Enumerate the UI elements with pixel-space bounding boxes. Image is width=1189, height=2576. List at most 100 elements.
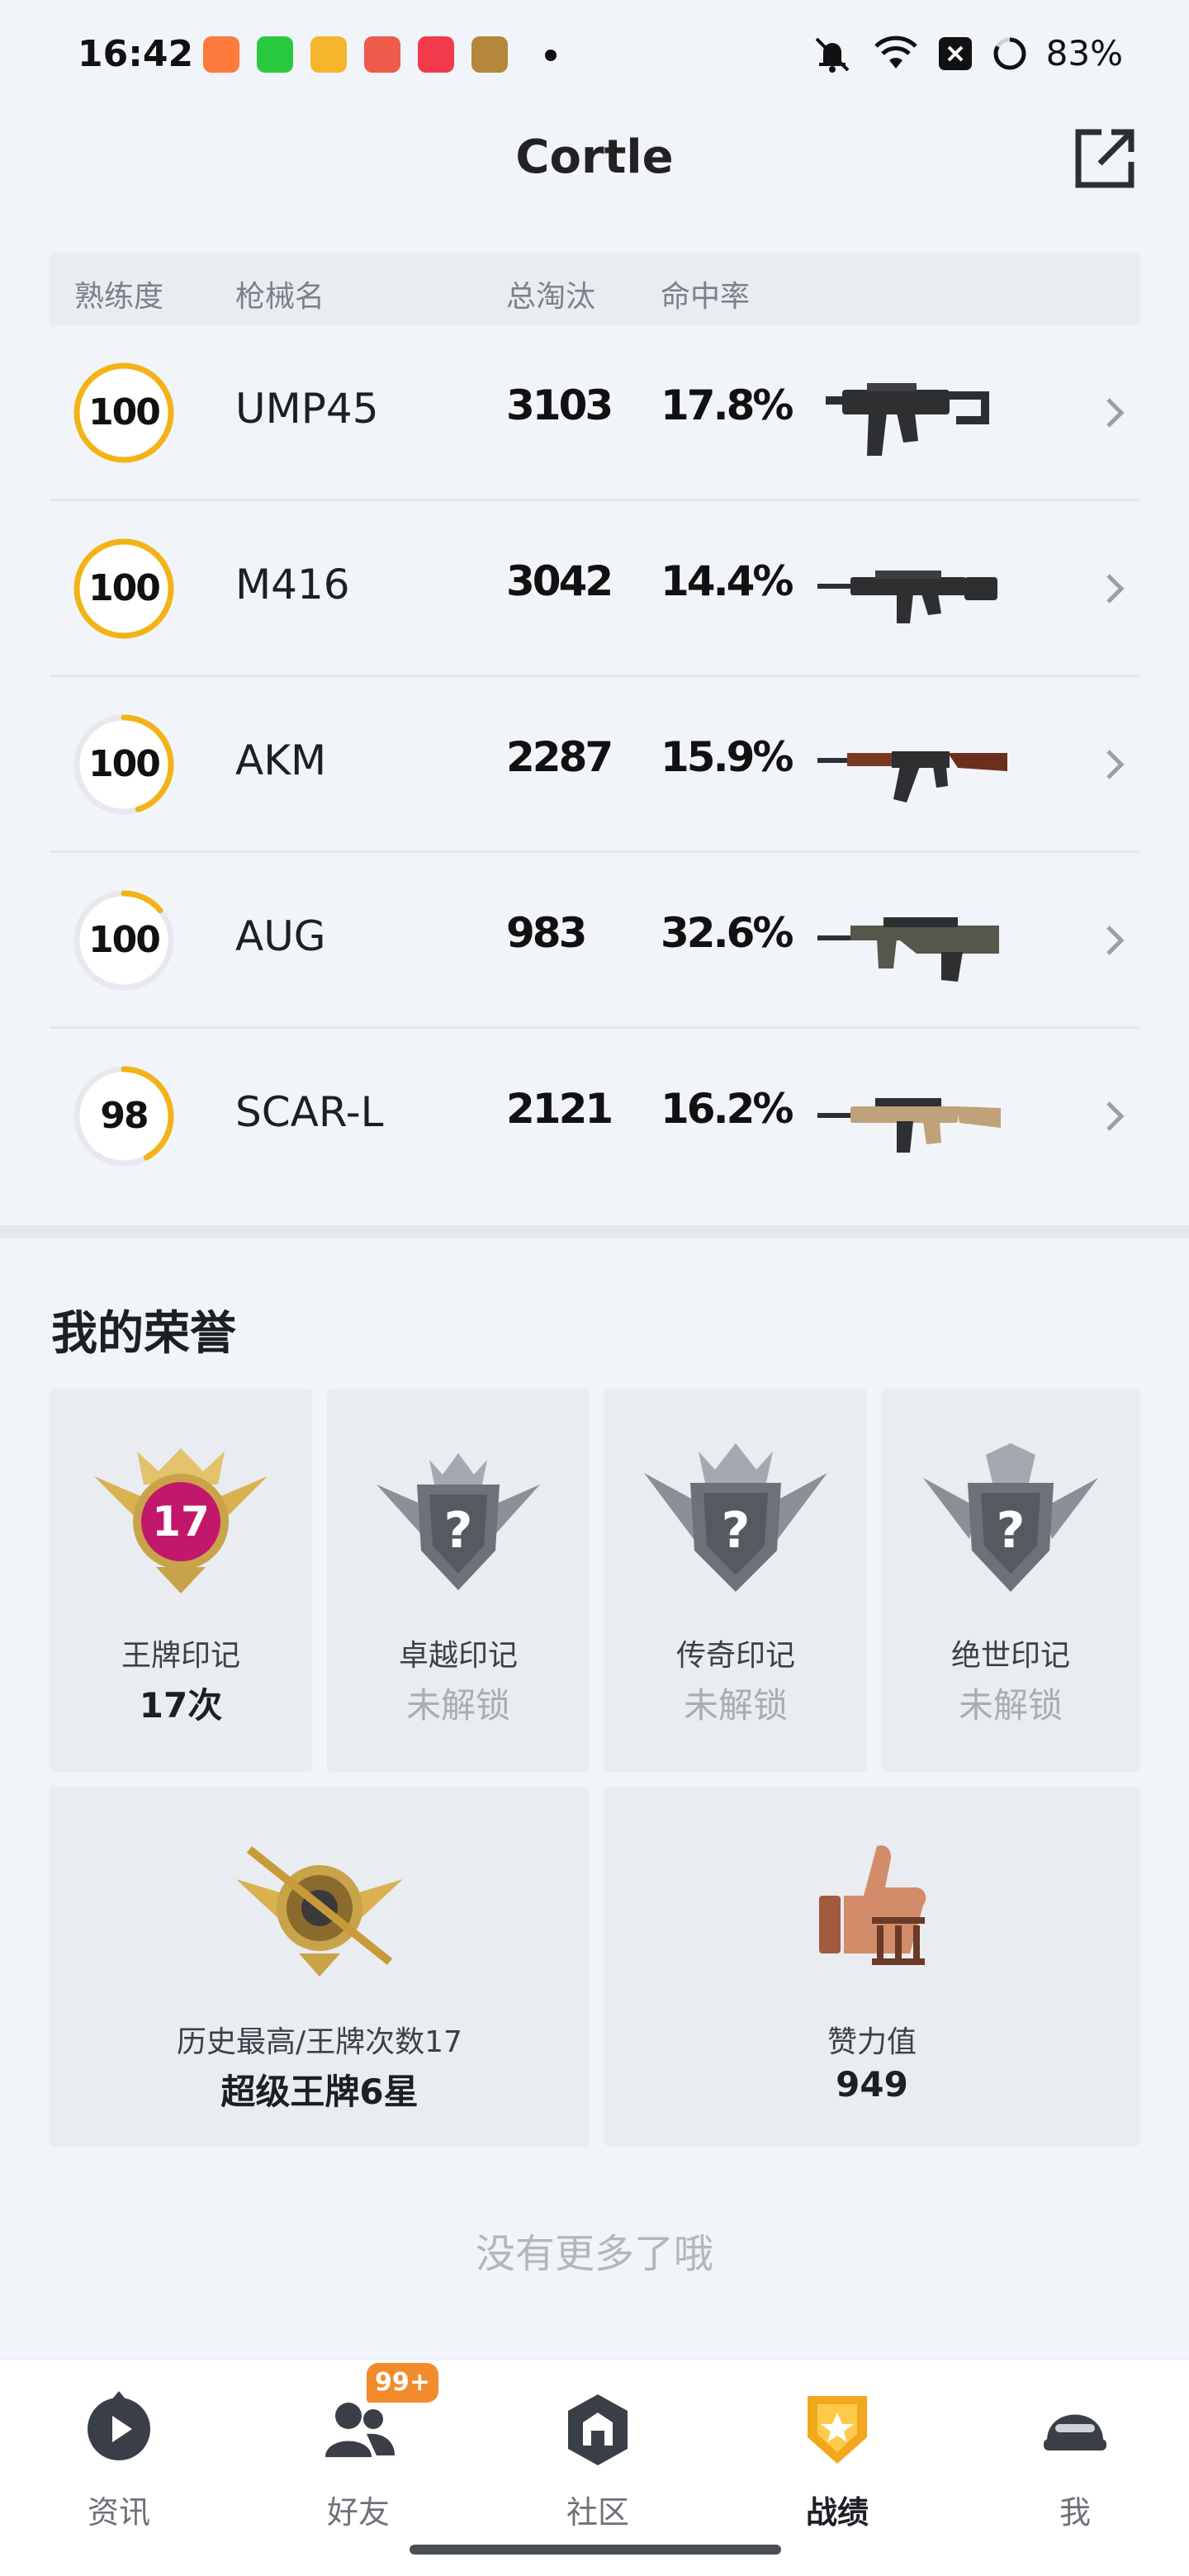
ace-mark-icon: 17 (94, 1448, 268, 1593)
app-notification-icon (257, 36, 293, 73)
nav-label: 资讯 (87, 2494, 150, 2531)
sim-off-icon (938, 36, 972, 70)
nav-label: 战绩 (805, 2494, 869, 2531)
column-accuracy: 命中率 (661, 280, 751, 314)
honor-card-ace-mark[interactable]: 17 王牌印记 17次 (50, 1389, 312, 1772)
weapon-row-ump45[interactable]: 100 UMP45 3103 17.8% (50, 325, 1139, 501)
nav-label: 好友 (326, 2494, 390, 2531)
status-time: 16:42 (78, 33, 194, 75)
highest-rank-label: 历史最高/王牌次数17 (177, 2025, 462, 2059)
legend-emblem-number: ? (722, 1502, 751, 1560)
weapon-kills: 3042 (506, 557, 613, 605)
nav-label: 我 (1059, 2494, 1091, 2531)
proficiency-value: 98 (100, 1095, 149, 1137)
scar-l-icon (817, 1098, 1001, 1153)
community-icon (568, 2394, 628, 2465)
nav-item-news[interactable]: 资讯 (36, 2376, 201, 2541)
news-icon (88, 2391, 150, 2460)
likes-label: 赞力值 (827, 2025, 917, 2059)
proficiency-value: 100 (88, 919, 161, 961)
bottom-nav: 资讯 好友 社区 战绩 我 (0, 2358, 1189, 2576)
honor-name: 传奇印记 (675, 1639, 795, 1673)
honor-name: 王牌印记 (121, 1639, 240, 1673)
page-title: Cortle (515, 130, 674, 184)
honor-value: 未解锁 (683, 1685, 788, 1726)
app-notification-icon (418, 36, 454, 73)
weapon-accuracy: 14.4% (661, 557, 793, 605)
proficiency-value: 100 (88, 743, 161, 785)
weapon-name: UMP45 (235, 385, 379, 433)
proficiency-ring: 100 (73, 537, 175, 640)
column-weapon-name: 枪械名 (235, 280, 325, 314)
chevron-right-icon[interactable] (1098, 388, 1131, 438)
honor-card-excellence-mark[interactable]: ? 卓越印记 未解锁 (327, 1389, 590, 1772)
record-icon (808, 2396, 867, 2464)
weapon-table-header: 熟练度 枪械名 总淘汰 命中率 (50, 253, 1139, 325)
honor-value: 未解锁 (958, 1685, 1063, 1726)
weapon-kills: 3103 (506, 381, 613, 429)
peerless-mark-icon: ? (923, 1443, 1098, 1592)
share-icon[interactable] (1072, 125, 1138, 192)
honor-value: 17次 (139, 1685, 223, 1726)
excellence-emblem-number: ? (444, 1502, 473, 1560)
ump45-icon (826, 383, 989, 456)
weapon-row-m416[interactable]: 100 M416 3042 14.4% (50, 501, 1139, 677)
chevron-right-icon[interactable] (1098, 916, 1131, 965)
likes-value: 949 (836, 2064, 908, 2105)
section-divider (0, 1225, 1189, 1238)
weapon-name: SCAR-L (235, 1088, 384, 1136)
chevron-right-icon[interactable] (1098, 1091, 1131, 1141)
excellence-mark-icon: ? (377, 1453, 540, 1590)
honor-card-peerless-mark[interactable]: ? 绝世印记 未解锁 (882, 1389, 1139, 1772)
weapon-accuracy: 16.2% (661, 1085, 793, 1133)
proficiency-ring: 100 (73, 889, 175, 992)
legend-mark-icon: ? (644, 1443, 827, 1592)
nav-item-record[interactable]: 战绩 (755, 2376, 920, 2541)
weapon-accuracy: 32.6% (661, 909, 793, 957)
honor-section-title: 我的荣誉 (51, 1307, 236, 1361)
notification-app-icons (203, 36, 508, 73)
honor-value: 未解锁 (405, 1685, 510, 1726)
more-notifications-dot (545, 50, 557, 61)
app-notification-icon (471, 36, 508, 73)
battery-ring-icon (993, 37, 1026, 69)
weapon-accuracy: 17.8% (661, 381, 793, 429)
chevron-right-icon[interactable] (1098, 740, 1131, 789)
proficiency-ring: 100 (73, 713, 175, 816)
mute-icon (815, 37, 850, 73)
weapon-row-aug[interactable]: 100 AUG 983 32.6% (50, 853, 1139, 1029)
weapon-row-akm[interactable]: 100 AKM 2287 15.9% (50, 677, 1139, 853)
peerless-emblem-number: ? (997, 1502, 1026, 1560)
honor-name: 卓越印记 (398, 1639, 518, 1673)
proficiency-ring: 98 (73, 1065, 175, 1167)
app-notification-icon (364, 36, 400, 73)
me-icon (1044, 2414, 1106, 2451)
akm-icon (817, 751, 1007, 803)
weapon-name: AUG (235, 912, 326, 960)
honor-card-legend-mark[interactable]: ? 传奇印记 未解锁 (604, 1389, 867, 1772)
nav-item-community[interactable]: 社区 (515, 2376, 680, 2541)
super-ace-emblem-icon (236, 1846, 403, 1977)
wifi-icon (874, 36, 917, 69)
no-more-hint: 没有更多了哦 (475, 2231, 713, 2277)
proficiency-value: 100 (88, 567, 161, 609)
thumbs-up-icon (819, 1845, 926, 1965)
weapon-kills: 983 (506, 909, 587, 957)
proficiency-value: 100 (88, 391, 161, 433)
chevron-right-icon[interactable] (1098, 564, 1131, 613)
honor-card-highest-rank[interactable]: 历史最高/王牌次数17 超级王牌6星 (50, 1787, 590, 2147)
nav-item-me[interactable]: 我 (992, 2376, 1158, 2541)
weapon-name: AKM (235, 736, 327, 784)
column-total-kills: 总淘汰 (506, 280, 596, 314)
status-right: 83% (810, 33, 1123, 73)
nav-label: 社区 (566, 2494, 629, 2531)
home-indicator[interactable] (410, 2545, 781, 2555)
friends-unread-badge: 99+ (367, 2363, 438, 2403)
status-bar: 16:42 83% (0, 0, 1189, 107)
weapon-name: M416 (235, 561, 350, 608)
column-proficiency: 熟练度 (74, 280, 164, 314)
weapon-row-scar-l[interactable]: 98 SCAR-L 2121 16.2% (50, 1029, 1139, 1205)
honor-card-likes[interactable]: 赞力值 949 (604, 1787, 1139, 2147)
app-screen: 16:42 83% Cortle 熟练度 枪械名 总淘汰 命中率 100 UMP… (0, 0, 1189, 2576)
weapon-accuracy: 15.9% (661, 733, 793, 781)
